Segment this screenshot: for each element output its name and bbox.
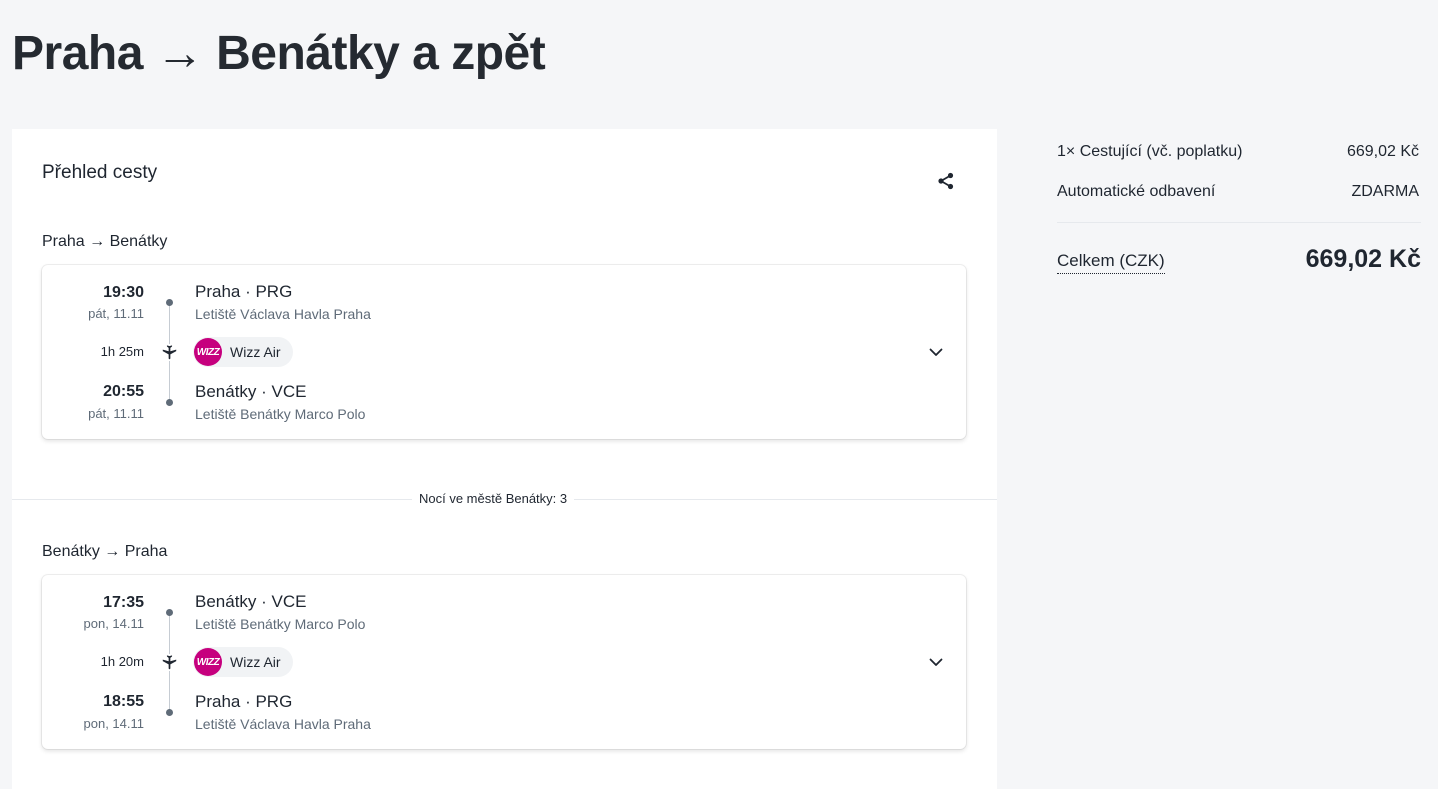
summary-divider (1057, 222, 1421, 223)
outbound-departure-dot (166, 299, 173, 306)
outbound-departure-time: 19:30 (103, 284, 144, 301)
outbound-expand-button[interactable] (925, 341, 947, 363)
outbound-duration: 1h 25m (100, 344, 144, 359)
share-button[interactable] (930, 165, 962, 197)
outbound-departure-place: Praha · PRG (195, 282, 293, 301)
inbound-arrival-place: Praha · PRG (195, 692, 293, 711)
outbound-arrival-place: Benátky · VCE (195, 382, 307, 401)
inbound-arrival-date: pon, 14.11 (83, 716, 144, 731)
inbound-arrival-airport: Letiště Václava Havla Praha (195, 716, 371, 732)
chevron-down-icon (929, 658, 943, 666)
inbound-arrival-time: 18:55 (103, 693, 144, 710)
page-title: Praha → Benátky a zpět (12, 27, 546, 80)
inbound-segment-card[interactable]: 17:35 pon, 14.11 1h 20m 18:55 pon, 14.11… (42, 575, 966, 749)
inbound-leg-title: Benátky → Praha (42, 543, 168, 560)
chevron-down-icon (929, 348, 943, 356)
trip-overview-panel: Přehled cesty Praha → Benátky 19:30 pát,… (12, 129, 997, 789)
total-price: 669,02 Kč (1305, 245, 1421, 273)
inbound-departure-place: Benátky · VCE (195, 592, 307, 611)
outbound-leg-title: Praha → Benátky (42, 233, 168, 250)
outbound-arrival-time: 20:55 (103, 383, 144, 400)
outbound-arrival-dot (166, 399, 173, 406)
outbound-departure-date: pát, 11.11 (88, 306, 144, 321)
inbound-departure-time: 17:35 (103, 594, 144, 611)
inbound-departure-airport: Letiště Benátky Marco Polo (195, 616, 366, 632)
summary-row-label: Automatické odbavení (1057, 183, 1216, 200)
nights-in-city-label: Nocí ve městě Benátky: 3 (412, 489, 575, 509)
summary-row-checkin: Automatické odbavení ZDARMA (1057, 181, 1419, 203)
share-icon (938, 172, 954, 190)
outbound-segment-card[interactable]: 19:30 pát, 11.11 1h 25m 20:55 pát, 11.11… (42, 265, 966, 439)
outbound-arrival-airport: Letiště Benátky Marco Polo (195, 406, 366, 422)
inbound-departure-dot (166, 609, 173, 616)
airplane-icon (161, 344, 178, 361)
inbound-carrier: WIZZ Wizz Air (193, 647, 293, 677)
outbound-arrival-date: pát, 11.11 (88, 406, 144, 421)
wizz-air-logo: WIZZ (194, 338, 222, 366)
inbound-duration: 1h 20m (100, 654, 144, 669)
inbound-carrier-name: Wizz Air (230, 654, 281, 670)
summary-row-value: ZDARMA (1351, 183, 1419, 200)
airplane-icon (161, 654, 178, 671)
outbound-carrier: WIZZ Wizz Air (193, 337, 293, 367)
outbound-carrier-name: Wizz Air (230, 344, 281, 360)
summary-row-label: 1× Cestující (vč. poplatku) (1057, 143, 1243, 160)
trip-overview-title: Přehled cesty (42, 162, 158, 183)
total-label[interactable]: Celkem (CZK) (1057, 249, 1165, 274)
outbound-departure-airport: Letiště Václava Havla Praha (195, 306, 371, 322)
summary-row-value: 669,02 Kč (1346, 143, 1419, 160)
inbound-expand-button[interactable] (925, 651, 947, 673)
inbound-departure-date: pon, 14.11 (83, 616, 144, 631)
wizz-air-logo: WIZZ (194, 648, 222, 676)
inbound-arrival-dot (166, 709, 173, 716)
summary-row-passenger: 1× Cestující (vč. poplatku) 669,02 Kč (1057, 141, 1419, 163)
